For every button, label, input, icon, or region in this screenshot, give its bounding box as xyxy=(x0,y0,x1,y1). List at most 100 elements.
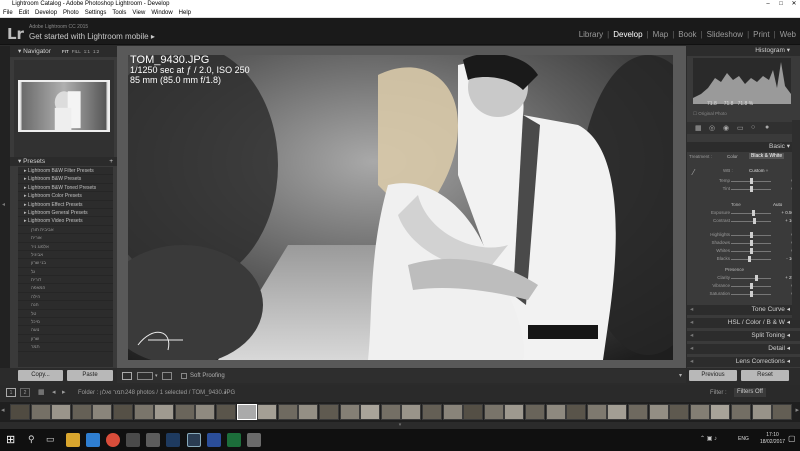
user-preset[interactable]: תמר xyxy=(18,343,113,352)
filmstrip-thumbnail[interactable] xyxy=(628,404,648,420)
filmstrip-thumbnail[interactable] xyxy=(566,404,587,420)
module-web[interactable]: Web xyxy=(776,30,800,39)
mobile-promo-link[interactable]: Get started with Lightroom mobile ▸ xyxy=(29,32,155,41)
spot-removal-icon[interactable]: ◎ xyxy=(709,124,715,132)
filter-select[interactable]: Filters Off xyxy=(734,388,766,397)
grid-view-icon[interactable]: ▦ xyxy=(38,385,45,401)
filmstrip-thumbnail[interactable] xyxy=(133,404,154,420)
menu-develop[interactable]: Develop xyxy=(32,10,60,16)
user-preset[interactable]: אורית xyxy=(18,234,113,243)
system-tray-icons[interactable]: ⌃ ▣ ♪ xyxy=(700,435,717,442)
app-icon-1[interactable] xyxy=(126,433,140,447)
filmstrip-thumbnail[interactable] xyxy=(216,404,236,420)
slider-knob[interactable] xyxy=(748,256,751,262)
section-lens-corrections[interactable]: ◂ Lens Corrections ◂ xyxy=(687,357,800,367)
slider-knob[interactable] xyxy=(750,186,753,192)
page-1-button[interactable]: 1 xyxy=(6,388,16,397)
histogram-graph[interactable] xyxy=(693,58,791,104)
paste-button[interactable]: Paste xyxy=(67,370,113,381)
zoom-fit[interactable]: FIT xyxy=(62,49,69,54)
slider-track[interactable] xyxy=(731,259,771,260)
slider-blacks[interactable]: Blacks - 10 xyxy=(687,256,800,263)
menu-help[interactable]: Help xyxy=(176,10,194,16)
slider-exposure[interactable]: Exposure + 0.50 xyxy=(687,210,800,217)
treatment-bw[interactable]: Black & White xyxy=(749,153,785,159)
right-scrollbar[interactable] xyxy=(792,120,800,320)
input-language[interactable]: ENG xyxy=(738,436,749,442)
module-develop[interactable]: Develop xyxy=(609,30,646,39)
close-button[interactable]: ✕ xyxy=(788,0,800,9)
slider-knob[interactable] xyxy=(750,291,753,297)
filmstrip-thumbnail[interactable] xyxy=(545,404,566,420)
filmstrip-thumbnail[interactable] xyxy=(401,404,422,420)
section-hsl-color-b-w[interactable]: ◂ HSL / Color / B & W ◂ xyxy=(687,318,800,328)
zoom-1-2[interactable]: 1:2 xyxy=(93,49,99,54)
filmstrip-thumbnail[interactable] xyxy=(607,404,628,420)
menu-tools[interactable]: Tools xyxy=(109,10,129,16)
slider-highlights[interactable]: Highlights0 xyxy=(687,232,800,239)
auto-tone-button[interactable]: Auto xyxy=(773,202,782,207)
notifications-icon[interactable]: ▢ xyxy=(788,434,796,443)
loupe-view-icon[interactable] xyxy=(122,372,132,380)
filmstrip-thumbnail[interactable] xyxy=(586,404,607,420)
lightroom-taskbar-icon[interactable] xyxy=(187,433,201,447)
slider-temp[interactable]: Temp0 xyxy=(687,178,800,185)
back-arrow-icon[interactable]: ◂ xyxy=(52,385,56,401)
zoom-options[interactable]: FIT FILL 1:1 1:2 xyxy=(62,46,102,57)
treatment-color[interactable]: Color xyxy=(727,154,738,159)
menu-settings[interactable]: Settings xyxy=(82,10,110,16)
red-eye-icon[interactable]: ◉ xyxy=(723,124,729,132)
filmstrip-thumbnail[interactable] xyxy=(360,404,381,420)
before-after-dropdown-icon[interactable]: ▾ xyxy=(155,369,158,383)
filmstrip-thumbnail[interactable] xyxy=(298,404,319,420)
slider-knob[interactable] xyxy=(754,275,758,281)
user-preset[interactable]: אביגיל xyxy=(18,251,113,260)
module-print[interactable]: Print xyxy=(749,30,773,39)
edge-icon[interactable] xyxy=(86,433,100,447)
filmstrip-thumbnail[interactable] xyxy=(772,404,793,420)
slider-knob[interactable] xyxy=(752,210,756,216)
wb-select[interactable]: Custom ÷ xyxy=(749,168,768,173)
graduated-filter-icon[interactable]: ▭ xyxy=(737,124,744,132)
user-preset[interactable]: שרון xyxy=(18,335,113,344)
wb-eyedropper-icon[interactable]: ⁄ xyxy=(693,168,694,177)
menu-file[interactable]: File xyxy=(0,10,16,16)
copy-button[interactable]: Copy... xyxy=(18,370,63,381)
slider-knob[interactable] xyxy=(750,248,753,254)
start-button-icon[interactable]: ⊞ xyxy=(6,433,15,446)
slider-track[interactable] xyxy=(731,221,771,222)
section-detail[interactable]: ◂ Detail ◂ xyxy=(687,344,800,354)
preset-folder[interactable]: ▸ Lightroom B&W Toned Presets xyxy=(18,184,113,193)
filmstrip-thumbnail[interactable] xyxy=(689,404,710,420)
filmstrip-thumbnail[interactable] xyxy=(669,404,690,420)
filmstrip-thumbnail[interactable] xyxy=(422,404,442,420)
before-after-icon[interactable] xyxy=(137,372,153,380)
forward-arrow-icon[interactable]: ▸ xyxy=(62,385,66,401)
left-panel-toggle-icon[interactable]: ◂ xyxy=(2,201,5,208)
preset-folder[interactable]: ▸ Lightroom B&W Filter Presets xyxy=(18,167,113,176)
user-preset[interactable]: נועה xyxy=(18,326,113,335)
xy-view-icon[interactable] xyxy=(162,372,172,380)
main-photo[interactable] xyxy=(128,55,673,360)
maximize-button[interactable]: □ xyxy=(775,0,787,9)
source-dropdown-icon[interactable]: ▾ xyxy=(224,385,227,401)
preset-folder[interactable]: ▸ Lightroom Effect Presets xyxy=(18,201,113,209)
app-icon-4[interactable] xyxy=(227,433,241,447)
filmstrip-thumbnail[interactable] xyxy=(504,404,525,420)
radial-filter-icon[interactable]: ○ xyxy=(751,124,755,131)
filmstrip-thumbnail[interactable] xyxy=(195,404,216,420)
filmstrip-left-icon[interactable]: ◂ xyxy=(1,406,5,414)
filmstrip-thumbnail[interactable] xyxy=(731,404,751,420)
histogram-header[interactable]: Histogram ▾ xyxy=(687,46,800,56)
user-preset[interactable]: גל xyxy=(18,268,113,277)
filmstrip-thumbnail[interactable] xyxy=(257,404,278,420)
slider-shadows[interactable]: Shadows0 xyxy=(687,240,800,247)
file-explorer-icon[interactable] xyxy=(66,433,80,447)
slider-contrast[interactable]: Contrast + 16 xyxy=(687,218,800,225)
filmstrip-thumbnail[interactable] xyxy=(442,404,463,420)
slider-tint[interactable]: Tint0 xyxy=(687,186,800,193)
user-preset[interactable]: מיכל xyxy=(18,318,113,327)
preset-folder[interactable]: ▸ Lightroom Video Presets xyxy=(18,217,113,226)
photoshop-icon[interactable] xyxy=(166,433,180,447)
chrome-icon[interactable] xyxy=(106,433,120,447)
